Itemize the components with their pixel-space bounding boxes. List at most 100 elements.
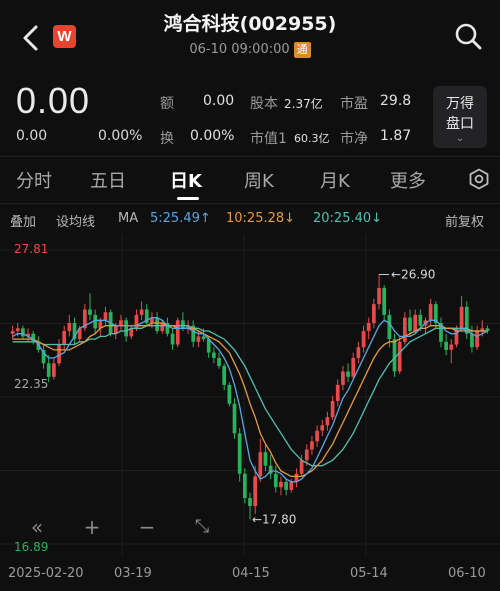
ma-setting-button[interactable]: 设均线 — [56, 211, 95, 230]
candle-body — [392, 339, 397, 372]
ma20-line — [12, 325, 488, 467]
quote-timestamp: 06-10 09:00:00 — [189, 42, 290, 57]
candle-body — [351, 357, 356, 377]
search-icon[interactable] — [452, 20, 484, 52]
settings-icon[interactable] — [468, 168, 490, 190]
overlay-button[interactable]: 叠加 — [10, 211, 36, 230]
candle-body — [103, 312, 108, 321]
pe-value: 29.8 — [380, 93, 412, 109]
candle-body — [155, 317, 159, 332]
candle-body — [46, 363, 51, 377]
candle-body — [320, 425, 325, 431]
candle-body — [124, 320, 128, 337]
candle-body — [62, 331, 67, 345]
candle-body — [459, 306, 464, 329]
stock-title: 鸿合科技(002955) — [163, 13, 337, 35]
y-min-label: 16.89 — [14, 540, 49, 554]
y-mid-label: 22.35 — [14, 377, 49, 391]
price-change: 0.00 — [16, 128, 48, 144]
candle-body — [237, 433, 242, 474]
candle-body — [330, 401, 335, 418]
chevron-down-icon: ⌄ — [455, 133, 465, 144]
candle-body — [289, 481, 294, 490]
candle-body — [418, 314, 423, 326]
candle-body — [67, 322, 72, 332]
candle-body — [284, 481, 288, 490]
ma5-value: 5:25.49↑ — [150, 211, 211, 226]
candle-body — [273, 473, 278, 488]
divider — [0, 156, 500, 157]
candle-body — [88, 309, 92, 315]
candle-body — [304, 449, 309, 461]
tab-weekly-k[interactable]: 周K — [244, 167, 274, 193]
date-label: 04-15 — [232, 566, 270, 581]
fullscreen-button[interactable]: ⤡ — [187, 515, 217, 539]
candle-body — [258, 452, 263, 477]
amount-label: 额 — [160, 96, 174, 112]
tab-more[interactable]: 更多 — [390, 167, 426, 193]
candle-body — [212, 352, 216, 358]
low-price-label: ←17.80 — [252, 513, 296, 527]
candle-body — [449, 344, 454, 350]
price-adjust-button[interactable]: 前复权 — [445, 211, 484, 230]
candle-body — [227, 384, 232, 404]
date-label: 2025-02-20 — [8, 566, 84, 581]
amount-value: 0.00 — [203, 93, 235, 109]
candle-body — [377, 287, 381, 305]
kline-chart[interactable]: ←26.90 ←17.80 — [0, 234, 500, 556]
collapse-button[interactable]: « — [22, 515, 52, 539]
candle-body — [222, 366, 227, 385]
tab-daily-k[interactable]: 日K — [170, 167, 202, 193]
candle-body — [444, 341, 448, 350]
candle-body — [52, 363, 56, 377]
tab-five-day[interactable]: 五日 — [90, 167, 126, 193]
date-label: 06-10 — [448, 566, 486, 581]
zoom-in-button[interactable]: + — [77, 515, 107, 539]
candle-body — [325, 417, 330, 426]
share-capital-value: 2.37亿 — [284, 97, 323, 111]
candle-body — [413, 314, 418, 332]
candle-body — [263, 452, 268, 466]
wande-line2: 盘口 — [446, 116, 474, 132]
candle-body — [346, 371, 350, 377]
candle-body — [361, 331, 366, 348]
candle-body — [475, 331, 479, 348]
candle-body — [253, 476, 258, 507]
candle-body — [21, 328, 25, 337]
market-cap-value: 60.3亿 — [294, 132, 330, 145]
last-price: 0.00 — [16, 80, 91, 121]
candle-body — [181, 320, 185, 329]
ma10-value: 10:25.28↓ — [226, 211, 296, 226]
candle-body — [387, 314, 392, 340]
candle-body — [356, 347, 361, 358]
candle-body — [139, 309, 144, 315]
candle-body — [248, 497, 252, 507]
pb-label: 市净 — [340, 131, 368, 147]
high-price-label: ←26.90 — [391, 268, 435, 282]
candle-body — [470, 333, 474, 348]
candle-body — [428, 304, 433, 321]
candle-body — [170, 333, 175, 345]
tab-monthly-k[interactable]: 月K — [320, 167, 350, 193]
connect-badge: 通 — [293, 42, 311, 58]
share-capital-label: 股本 — [250, 96, 278, 112]
divider — [0, 203, 500, 204]
candle-body — [315, 430, 319, 442]
candle-body — [15, 328, 20, 332]
quote-time: 06-10 09:00:00 通 — [0, 42, 500, 58]
zoom-out-button[interactable]: − — [132, 515, 162, 539]
pb-value: 1.87 — [380, 128, 412, 144]
candle-body — [196, 336, 201, 342]
candle-body — [397, 341, 402, 372]
ma-label: MA — [118, 211, 139, 226]
turnover-value: 0.00% — [190, 128, 235, 144]
date-label: 03-19 — [114, 566, 152, 581]
candle-body — [119, 320, 123, 326]
candle-body — [366, 322, 371, 332]
candle-body — [372, 304, 376, 323]
candle-body — [382, 287, 387, 315]
tab-intraday[interactable]: 分时 — [16, 167, 52, 193]
wande-orderbook-button[interactable]: 万得 盘口 ⌄ — [433, 86, 487, 148]
y-max-label: 27.81 — [14, 242, 49, 256]
candle-body — [402, 317, 407, 342]
